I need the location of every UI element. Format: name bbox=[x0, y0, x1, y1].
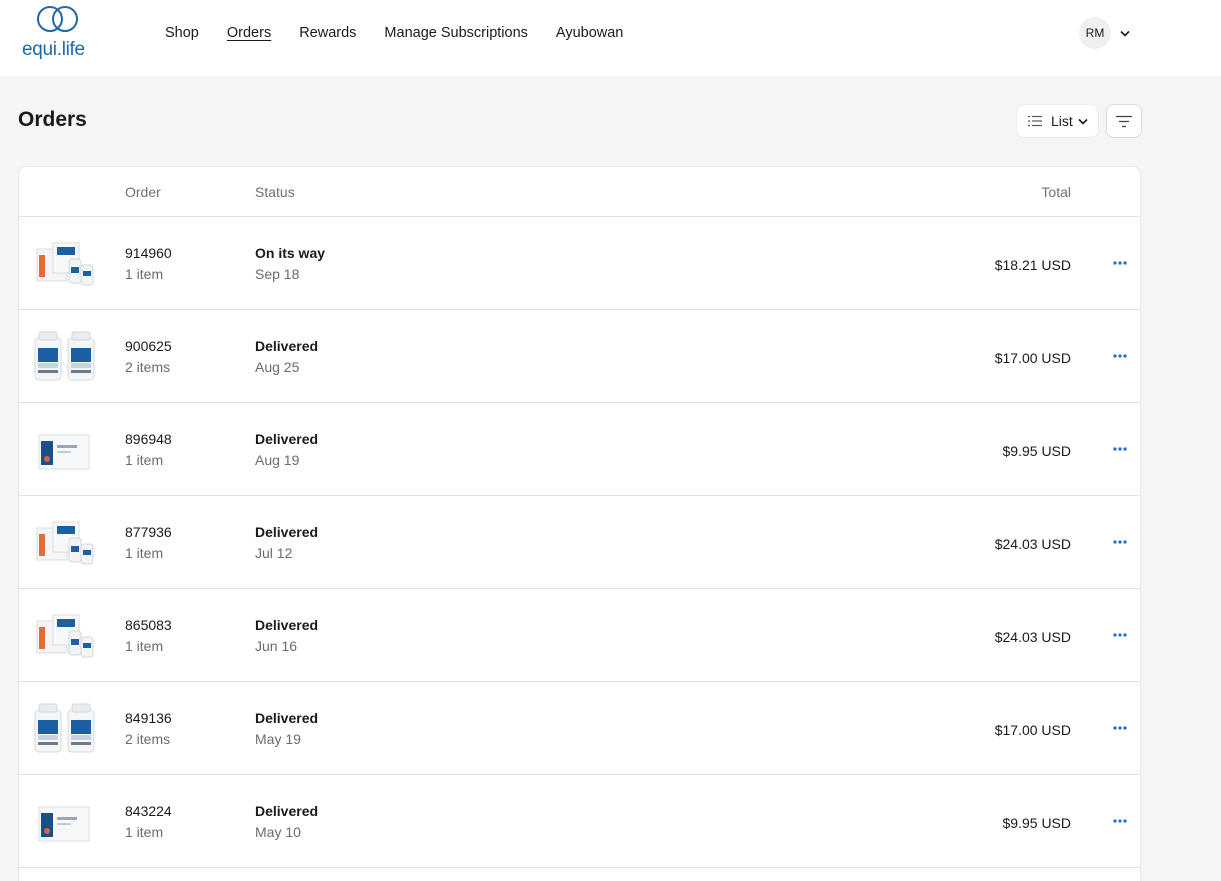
order-number[interactable]: 900625 bbox=[125, 338, 172, 354]
order-status-date: Jun 16 bbox=[255, 638, 298, 654]
more-options-icon[interactable] bbox=[1110, 439, 1130, 459]
order-number[interactable]: 843224 bbox=[125, 803, 172, 819]
page-title: Orders bbox=[18, 108, 87, 131]
order-status: Delivered bbox=[255, 524, 319, 540]
order-number[interactable]: 914960 bbox=[125, 245, 172, 261]
order-item-count: 2 items bbox=[125, 359, 171, 375]
nav-link-ayubowan[interactable]: Ayubowan bbox=[556, 24, 623, 42]
order-status: Delivered bbox=[255, 710, 319, 726]
order-status: On its way bbox=[255, 245, 326, 261]
order-status-date: Jul 12 bbox=[255, 545, 293, 561]
order-status: Delivered bbox=[255, 617, 319, 633]
order-total: $17.00 USD bbox=[994, 350, 1071, 366]
more-options-icon[interactable] bbox=[1110, 346, 1130, 366]
product-thumbnail bbox=[33, 702, 97, 756]
chevron-down-icon[interactable] bbox=[1120, 30, 1130, 37]
order-item-count: 1 item bbox=[125, 545, 164, 561]
order-status: Delivered bbox=[255, 431, 319, 447]
list-icon bbox=[1028, 115, 1042, 127]
order-total: $18.21 USD bbox=[994, 257, 1071, 273]
order-status: Delivered bbox=[255, 803, 319, 819]
table-header: Order Status Total bbox=[19, 167, 1140, 217]
order-number[interactable]: 877936 bbox=[125, 524, 172, 540]
top-header: equi.life Shop Orders Rewards Manage Subscr… bbox=[0, 0, 1221, 76]
order-total: $9.95 USD bbox=[1002, 815, 1071, 831]
product-thumbnail bbox=[33, 609, 97, 663]
table-body: 914960 1 item On its way Sep 18 $18.21 USD 90… bbox=[19, 217, 1140, 868]
view-mode-dropdown[interactable]: List bbox=[1016, 104, 1099, 138]
filter-button[interactable] bbox=[1106, 104, 1142, 138]
table-row[interactable]: 896948 1 item Delivered Aug 19 $9.95 USD bbox=[19, 403, 1140, 496]
order-item-count: 1 item bbox=[125, 452, 164, 468]
table-row[interactable]: 865083 1 item Delivered Jun 16 $24.03 USD bbox=[19, 589, 1140, 682]
more-options-icon[interactable] bbox=[1110, 625, 1130, 645]
brand-name: equi.life bbox=[22, 39, 85, 60]
order-number[interactable]: 865083 bbox=[125, 617, 172, 633]
orders-table: Order Status Total 914960 1 item On its wa… bbox=[18, 166, 1141, 881]
order-status: Delivered bbox=[255, 338, 319, 354]
nav-link-shop[interactable]: Shop bbox=[165, 24, 199, 42]
more-options-icon[interactable] bbox=[1110, 811, 1130, 831]
order-total: $9.95 USD bbox=[1002, 443, 1071, 459]
filter-icon bbox=[1115, 115, 1133, 128]
order-status-date: Sep 18 bbox=[255, 266, 300, 282]
order-status-date: May 19 bbox=[255, 731, 301, 747]
order-total: $24.03 USD bbox=[994, 536, 1071, 552]
more-options-icon[interactable] bbox=[1110, 718, 1130, 738]
table-row[interactable]: 877936 1 item Delivered Jul 12 $24.03 USD bbox=[19, 496, 1140, 589]
product-thumbnail bbox=[33, 237, 97, 291]
nav-link-manage-subscriptions[interactable]: Manage Subscriptions bbox=[384, 24, 527, 42]
avatar[interactable]: RM bbox=[1079, 17, 1111, 49]
product-thumbnail bbox=[33, 795, 97, 849]
column-header-status: Status bbox=[255, 184, 295, 200]
table-row[interactable]: 843224 1 item Delivered May 10 $9.95 USD bbox=[19, 775, 1140, 868]
chevron-down-icon bbox=[1078, 118, 1088, 125]
column-header-total: Total bbox=[1041, 184, 1071, 200]
column-header-order: Order bbox=[125, 184, 161, 200]
table-row[interactable]: 914960 1 item On its way Sep 18 $18.21 USD bbox=[19, 217, 1140, 310]
product-thumbnail bbox=[33, 330, 97, 384]
brand-logo[interactable]: equi.life bbox=[22, 5, 92, 61]
order-total: $24.03 USD bbox=[994, 629, 1071, 645]
account-menu[interactable]: RM bbox=[1079, 17, 1130, 49]
main-nav: Shop Orders Rewards Manage Subscriptions Ayu… bbox=[165, 24, 651, 42]
order-total: $17.00 USD bbox=[994, 722, 1071, 738]
product-thumbnail bbox=[33, 423, 97, 477]
order-item-count: 2 items bbox=[125, 731, 171, 747]
order-item-count: 1 item bbox=[125, 266, 164, 282]
logo-rings-icon bbox=[37, 6, 78, 32]
more-options-icon[interactable] bbox=[1110, 532, 1130, 552]
nav-link-orders[interactable]: Orders bbox=[227, 24, 271, 42]
order-number[interactable]: 849136 bbox=[125, 710, 172, 726]
product-thumbnail bbox=[33, 516, 97, 570]
order-status-date: Aug 25 bbox=[255, 359, 300, 375]
order-item-count: 1 item bbox=[125, 824, 164, 840]
order-item-count: 1 item bbox=[125, 638, 164, 654]
order-status-date: Aug 19 bbox=[255, 452, 300, 468]
order-number[interactable]: 896948 bbox=[125, 431, 172, 447]
nav-link-rewards[interactable]: Rewards bbox=[299, 24, 356, 42]
order-status-date: May 10 bbox=[255, 824, 301, 840]
table-row[interactable]: 900625 2 items Delivered Aug 25 $17.00 USD bbox=[19, 310, 1140, 403]
table-row[interactable]: 849136 2 items Delivered May 19 $17.00 USD bbox=[19, 682, 1140, 775]
view-mode-label: List bbox=[1051, 113, 1073, 129]
more-options-icon[interactable] bbox=[1110, 253, 1130, 273]
